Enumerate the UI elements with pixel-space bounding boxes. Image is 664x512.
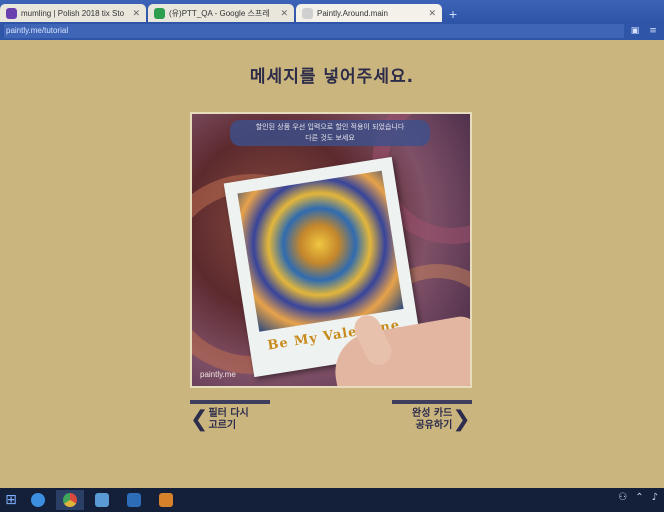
taskbar-app-explorer[interactable] bbox=[88, 490, 116, 510]
taskbar: ⊞ ⚇ ⌃ ♪ bbox=[0, 488, 664, 512]
prev-label: 필터 다시 고르기 bbox=[208, 408, 248, 432]
explorer-icon bbox=[95, 493, 109, 507]
next-label-line-1: 완성 카드 bbox=[412, 408, 453, 419]
new-tab-button[interactable]: + bbox=[444, 8, 462, 22]
watermark: paintly.me bbox=[200, 370, 236, 379]
tab-close-icon[interactable]: ✕ bbox=[280, 8, 288, 19]
illustrator-icon bbox=[159, 493, 173, 507]
tab-favicon-icon bbox=[154, 7, 165, 19]
extension-icon[interactable]: ▣ bbox=[628, 24, 642, 38]
next-underline bbox=[392, 400, 472, 404]
chevron-right-icon: ❯ bbox=[452, 407, 471, 432]
browser-tab-1[interactable]: mumling | Polish 2018 tix Sto ✕ bbox=[0, 4, 146, 22]
browser-tab-3[interactable]: Paintly.Around.main ✕ bbox=[296, 4, 442, 22]
message-line-2: 다른 것도 보세요 bbox=[305, 134, 355, 142]
next-label: 완성 카드 공유하기 bbox=[412, 408, 452, 432]
browser-tab-2[interactable]: (유)PTT_QA - Google 스프레 ✕ bbox=[148, 4, 294, 22]
chevron-left-icon: ❮ bbox=[190, 407, 209, 432]
tab-favicon-icon bbox=[6, 7, 17, 19]
tab-favicon-icon bbox=[302, 7, 313, 19]
photoshop-icon bbox=[127, 493, 141, 507]
people-icon[interactable]: ⚇ bbox=[618, 492, 627, 503]
page-title: 메세지를 넣어주세요. bbox=[249, 67, 415, 87]
taskbar-app-photoshop[interactable] bbox=[120, 490, 148, 510]
system-tray: ⚇ ⌃ ♪ bbox=[618, 492, 658, 503]
tab-close-icon[interactable]: ✕ bbox=[428, 8, 436, 19]
menu-icon[interactable]: ≡ bbox=[646, 24, 660, 38]
tab-close-icon[interactable]: ✕ bbox=[132, 8, 140, 19]
painted-image bbox=[237, 170, 404, 332]
page-content: 메세지를 넣어주세요. 할인된 상품 우선 입력으로 할인 적용이 되었습니다 … bbox=[0, 40, 664, 488]
taskbar-app-chrome[interactable] bbox=[56, 490, 84, 510]
prev-underline bbox=[190, 400, 270, 404]
card-preview: 할인된 상품 우선 입력으로 할인 적용이 되었습니다 다른 것도 보세요 Be… bbox=[190, 112, 472, 388]
ie-icon bbox=[31, 493, 45, 507]
prev-label-line-2: 고르기 bbox=[208, 420, 237, 431]
speaker-icon[interactable]: ♪ bbox=[652, 492, 658, 503]
chevron-up-icon[interactable]: ⌃ bbox=[635, 492, 643, 503]
browser-tabbar: mumling | Polish 2018 tix Sto ✕ (유)PTT_Q… bbox=[0, 0, 664, 22]
next-label-line-2: 공유하기 bbox=[415, 420, 453, 431]
prev-label-line-1: 필터 다시 bbox=[208, 408, 249, 419]
message-input[interactable]: 할인된 상품 우선 입력으로 할인 적용이 되었습니다 다른 것도 보세요 bbox=[230, 120, 430, 146]
tab-title: mumling | Polish 2018 tix Sto bbox=[21, 8, 125, 18]
address-bar-row: paintly.me/tutorial ▣ ≡ bbox=[0, 22, 664, 40]
taskbar-app-ie[interactable] bbox=[24, 490, 52, 510]
start-button[interactable]: ⊞ bbox=[2, 491, 20, 509]
address-bar[interactable]: paintly.me/tutorial bbox=[4, 24, 624, 38]
chrome-icon bbox=[63, 493, 77, 507]
tab-title: (유)PTT_QA - Google 스프레 bbox=[169, 8, 270, 18]
taskbar-app-illustrator[interactable] bbox=[152, 490, 180, 510]
message-line-1: 할인된 상품 우선 입력으로 할인 적용이 되었습니다 bbox=[255, 123, 405, 131]
tab-title: Paintly.Around.main bbox=[317, 8, 388, 18]
prev-button[interactable]: ❮ 필터 다시 고르기 bbox=[190, 408, 249, 432]
next-button[interactable]: 완성 카드 공유하기 ❯ bbox=[412, 408, 471, 432]
